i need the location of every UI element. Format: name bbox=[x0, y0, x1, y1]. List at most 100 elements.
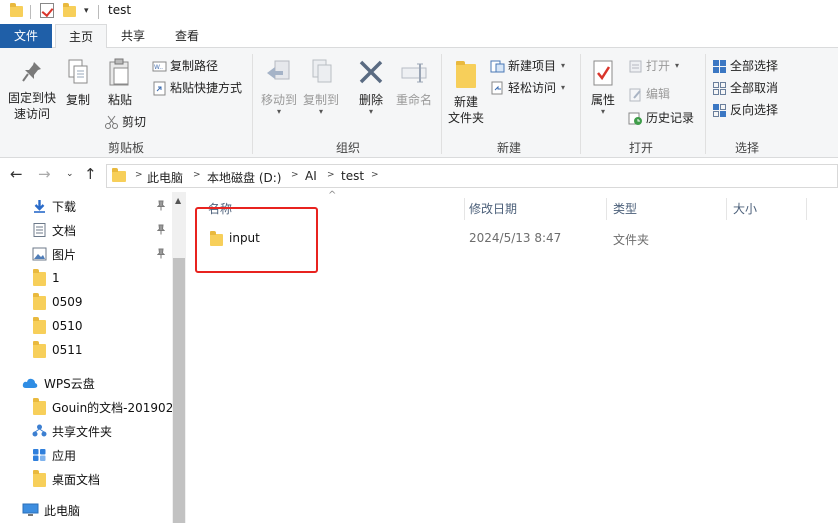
nav-item-shared-folder[interactable]: 共享文件夹 bbox=[0, 420, 172, 442]
nav-item-desktop-docs[interactable]: 桌面文档 bbox=[0, 468, 172, 490]
move-to-label: 移动到 bbox=[260, 93, 297, 107]
column-divider[interactable] bbox=[464, 198, 465, 220]
copy-to-button[interactable]: 复制到 ▾ bbox=[300, 58, 342, 116]
select-all-button[interactable]: 全部选择 bbox=[712, 57, 778, 75]
copy-button[interactable]: 复制 bbox=[62, 58, 94, 108]
organize-group-label: 组织 bbox=[335, 141, 360, 155]
tab-file[interactable]: 文件 bbox=[0, 24, 52, 48]
copy-to-label: 复制到 bbox=[302, 93, 339, 107]
nav-item-apps[interactable]: 应用 bbox=[0, 444, 172, 466]
rename-button[interactable]: 重命名 bbox=[392, 58, 436, 108]
document-icon bbox=[33, 223, 46, 237]
nav-item-folder-0509[interactable]: 0509 bbox=[0, 291, 172, 313]
highlight-annotation-box bbox=[195, 207, 318, 273]
select-none-label: 全部取消 bbox=[730, 81, 779, 95]
chevron-right-icon[interactable]: > bbox=[135, 170, 143, 180]
nav-item-this-pc[interactable]: 此电脑 bbox=[0, 499, 172, 521]
nav-item-label: 文档 bbox=[52, 223, 77, 238]
nav-item-gouin-docs[interactable]: Gouin的文档-201902 bbox=[0, 396, 173, 418]
rename-label: 重命名 bbox=[395, 93, 432, 107]
tab-share[interactable]: 共享 bbox=[110, 24, 156, 48]
history-label: 历史记录 bbox=[646, 111, 695, 125]
tab-view[interactable]: 查看 bbox=[164, 24, 210, 48]
nav-item-wps-cloud[interactable]: WPS云盘 bbox=[0, 372, 172, 394]
pin-quick-access-button[interactable]: 固定到快速访问 bbox=[4, 58, 60, 122]
invert-selection-label: 反向选择 bbox=[730, 103, 779, 117]
select-all-label: 全部选择 bbox=[730, 59, 779, 73]
pin-icon bbox=[157, 248, 165, 259]
delete-button[interactable]: 删除 ▾ bbox=[352, 58, 390, 116]
easy-access-button[interactable]: 轻松访问 ▾ bbox=[490, 79, 565, 97]
divider bbox=[30, 5, 31, 19]
up-arrow-icon[interactable]: ↑ bbox=[84, 165, 97, 183]
copy-path-label: 复制路径 bbox=[170, 59, 219, 73]
apps-icon bbox=[33, 449, 46, 461]
column-header-modified[interactable]: 修改日期 bbox=[469, 200, 517, 217]
window-title: test bbox=[108, 3, 132, 17]
chevron-down-icon: ▾ bbox=[675, 61, 680, 70]
cut-button[interactable]: 剪切 bbox=[104, 113, 146, 131]
column-divider[interactable] bbox=[726, 198, 727, 220]
properties-check-icon[interactable] bbox=[40, 3, 54, 18]
history-icon bbox=[628, 112, 642, 125]
properties-button[interactable]: 属性 ▾ bbox=[586, 58, 620, 116]
breadcrumb-test[interactable]: test bbox=[341, 169, 364, 183]
move-to-icon bbox=[267, 60, 290, 80]
copy-path-button[interactable]: W.. 复制路径 bbox=[152, 57, 218, 75]
select-none-button[interactable]: 全部取消 bbox=[712, 79, 778, 97]
paste-shortcut-button[interactable]: 粘贴快捷方式 bbox=[152, 79, 242, 97]
forward-arrow-icon[interactable]: → bbox=[38, 165, 51, 183]
chevron-right-icon[interactable]: > bbox=[327, 170, 335, 180]
new-folder-quick-icon[interactable] bbox=[63, 3, 76, 17]
nav-item-label: 图片 bbox=[52, 247, 77, 262]
chevron-right-icon[interactable]: > bbox=[193, 170, 201, 180]
divider bbox=[580, 54, 581, 154]
tab-home[interactable]: 主页 bbox=[55, 24, 107, 49]
chevron-down-icon: ▾ bbox=[561, 61, 566, 70]
nav-item-label: 共享文件夹 bbox=[52, 424, 113, 439]
column-header-size[interactable]: 大小 bbox=[733, 200, 757, 217]
navigation-pane: 下载 文档 图片 1 0509 0510 0511 WPS云盘 Gouin的文档… bbox=[0, 192, 186, 523]
paste-button[interactable]: 粘贴 bbox=[102, 58, 138, 108]
ribbon: 固定到快速访问 复制 粘贴 W.. 复制路径 粘贴快捷方式 剪切 剪贴板 移动到… bbox=[0, 48, 838, 158]
breadcrumb-this-pc[interactable]: 此电脑 bbox=[147, 169, 183, 186]
quick-access-dropdown-icon[interactable]: ▾ bbox=[84, 6, 89, 16]
edit-button[interactable]: 编辑 bbox=[628, 85, 670, 103]
breadcrumb-ai[interactable]: AI bbox=[305, 169, 317, 183]
breadcrumb-drive-d[interactable]: 本地磁盘 (D:) bbox=[207, 169, 281, 186]
invert-selection-button[interactable]: 反向选择 bbox=[712, 101, 778, 119]
move-to-button[interactable]: 移动到 ▾ bbox=[258, 58, 300, 116]
chevron-right-icon[interactable]: > bbox=[291, 170, 299, 180]
nav-item-downloads[interactable]: 下载 bbox=[0, 195, 172, 217]
divider bbox=[441, 54, 442, 154]
nav-item-pictures[interactable]: 图片 bbox=[0, 243, 172, 265]
new-group-label: 新建 bbox=[496, 141, 521, 155]
nav-item-folder-1[interactable]: 1 bbox=[0, 267, 172, 289]
column-divider[interactable] bbox=[806, 198, 807, 220]
nav-item-label: 0511 bbox=[52, 343, 83, 357]
column-divider[interactable] bbox=[606, 198, 607, 220]
nav-item-label: 0509 bbox=[52, 295, 83, 309]
ribbon-tabs: 文件 主页 共享 查看 bbox=[0, 24, 838, 49]
easy-access-icon bbox=[491, 81, 503, 94]
nav-item-documents[interactable]: 文档 bbox=[0, 219, 172, 241]
new-item-button[interactable]: 新建项目 ▾ bbox=[490, 57, 565, 75]
new-folder-label: 新建 文件夹 bbox=[447, 95, 484, 125]
recent-locations-chevron-icon[interactable]: ⌄ bbox=[66, 169, 74, 179]
nav-pane-scroll-thumb[interactable] bbox=[173, 258, 185, 523]
history-button[interactable]: 历史记录 bbox=[628, 109, 694, 127]
scroll-up-arrow-icon[interactable]: ▲ bbox=[175, 196, 181, 205]
back-arrow-icon[interactable]: ← bbox=[10, 165, 23, 183]
new-folder-button[interactable]: 新建 文件夹 bbox=[446, 58, 486, 126]
properties-label: 属性 bbox=[590, 93, 615, 107]
nav-item-folder-0511[interactable]: 0511 bbox=[0, 339, 172, 361]
open-button[interactable]: 打开 ▾ bbox=[628, 57, 679, 75]
chevron-right-icon[interactable]: > bbox=[371, 170, 379, 180]
address-bar[interactable]: > 此电脑 > 本地磁盘 (D:) > AI > test > bbox=[106, 164, 838, 188]
pin-quick-access-label: 固定到快速访问 bbox=[7, 91, 56, 121]
edit-label: 编辑 bbox=[646, 87, 671, 101]
cut-label: 剪切 bbox=[122, 115, 147, 129]
nav-item-folder-0510[interactable]: 0510 bbox=[0, 315, 172, 337]
column-header-type[interactable]: 类型 bbox=[613, 200, 637, 217]
folder-icon bbox=[33, 317, 46, 334]
